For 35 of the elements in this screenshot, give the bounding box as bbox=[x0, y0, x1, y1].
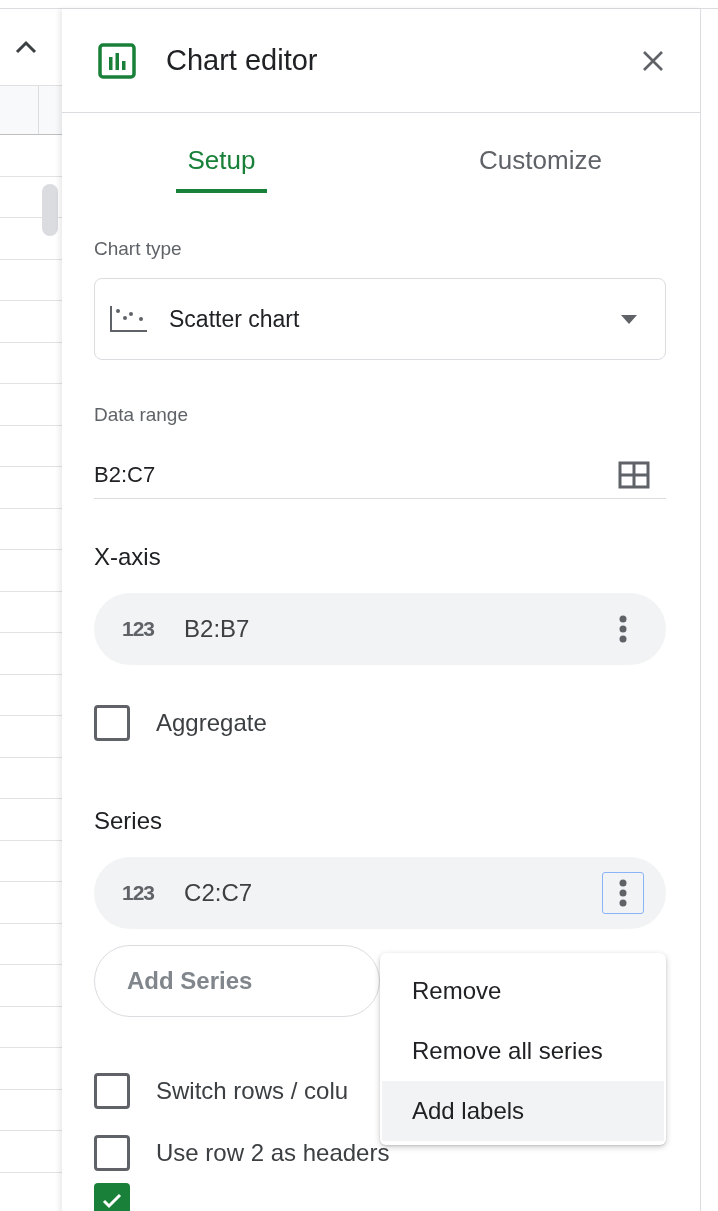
more-icon bbox=[619, 879, 627, 907]
field-label: Chart type bbox=[94, 238, 183, 260]
number-type-label: 123 bbox=[122, 617, 155, 641]
range-chip[interactable]: 123 B2:B7 bbox=[94, 593, 666, 665]
data-range-field[interactable]: B2:C7 bbox=[94, 452, 666, 499]
section-heading: X-axis bbox=[94, 543, 162, 571]
tab[interactable]: Setup bbox=[62, 113, 381, 193]
tab[interactable]: Customize bbox=[381, 113, 700, 193]
scatter-icon bbox=[109, 305, 149, 333]
checkbox-label: Aggregate bbox=[156, 709, 267, 737]
scrollbar-thumb[interactable] bbox=[42, 184, 58, 236]
checkbox-label: Use row 2 as headers bbox=[156, 1139, 390, 1167]
panel-title: Chart editor bbox=[166, 44, 319, 77]
more-icon bbox=[619, 615, 627, 643]
checkbox-label: Switch rows / colu bbox=[156, 1077, 349, 1105]
range-value: C2:C7 bbox=[184, 879, 254, 907]
column-header-cell bbox=[0, 86, 62, 135]
number-type-label: 123 bbox=[122, 881, 155, 905]
range-chip[interactable]: 123 C2:C7 bbox=[94, 857, 666, 929]
section-heading: Series bbox=[94, 807, 164, 835]
checkbox[interactable] bbox=[94, 1073, 130, 1109]
add-series-button[interactable]: Add Series bbox=[94, 945, 380, 1017]
grid-icon[interactable] bbox=[618, 461, 650, 489]
chevron-up-icon[interactable] bbox=[14, 39, 38, 55]
checkbox[interactable] bbox=[94, 705, 130, 741]
caret-icon bbox=[621, 314, 637, 324]
close-icon[interactable] bbox=[642, 49, 664, 72]
menu-item[interactable]: Add labels bbox=[382, 1081, 664, 1141]
range-value: B2:B7 bbox=[184, 615, 251, 643]
checkbox[interactable] bbox=[94, 1135, 130, 1171]
checkbox[interactable] bbox=[94, 1183, 130, 1211]
more-button[interactable] bbox=[602, 872, 644, 914]
field-label: Data range bbox=[94, 404, 189, 426]
chart-icon bbox=[98, 42, 136, 79]
chart-type-dropdown[interactable]: Scatter chart bbox=[94, 278, 666, 360]
